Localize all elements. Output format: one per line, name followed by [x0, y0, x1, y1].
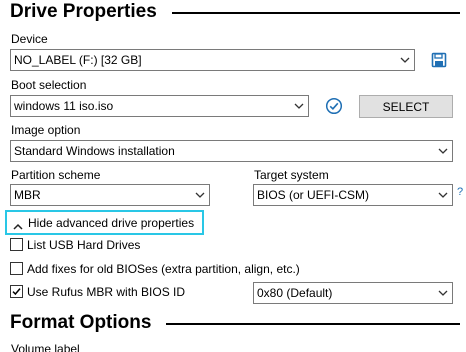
boot-selection-value: windows 11 iso.iso — [14, 99, 114, 113]
old-bios-label: Add fixes for old BIOSes (extra partitio… — [27, 262, 300, 276]
section-divider — [166, 323, 460, 325]
check-circle-icon[interactable] — [325, 97, 343, 115]
format-options-title: Format Options — [10, 312, 152, 333]
chevron-up-icon — [13, 218, 23, 230]
chevron-down-icon — [194, 185, 206, 205]
chevron-down-icon — [437, 283, 449, 303]
hide-advanced-label: Hide advanced drive properties — [28, 216, 195, 230]
target-system-dropdown[interactable]: BIOS (or UEFI-CSM) — [253, 184, 453, 206]
select-button[interactable]: SELECT — [359, 95, 453, 118]
target-system-value: BIOS (or UEFI-CSM) — [257, 188, 370, 202]
volume-label-label: Volume label — [11, 342, 80, 352]
help-icon[interactable]: ? — [457, 186, 463, 198]
image-option-dropdown[interactable]: Standard Windows installation — [10, 140, 453, 162]
chevron-down-icon — [293, 96, 305, 116]
image-option-value: Standard Windows installation — [14, 144, 175, 158]
image-option-label: Image option — [11, 123, 81, 137]
floppy-disk-icon[interactable] — [431, 52, 447, 68]
section-divider — [172, 12, 460, 14]
partition-scheme-label: Partition scheme — [11, 168, 101, 182]
boot-selection-label: Boot selection — [11, 78, 87, 92]
device-value: NO_LABEL (F:) [32 GB] — [14, 53, 142, 67]
rufus-mbr-label: Use Rufus MBR with BIOS ID — [27, 285, 186, 299]
device-label: Device — [11, 32, 48, 46]
partition-scheme-value: MBR — [14, 188, 41, 202]
bios-id-value: 0x80 (Default) — [257, 286, 333, 300]
partition-scheme-dropdown[interactable]: MBR — [10, 184, 210, 206]
boot-selection-dropdown[interactable]: windows 11 iso.iso — [10, 95, 309, 117]
checkmark-icon — [12, 288, 21, 296]
device-dropdown[interactable]: NO_LABEL (F:) [32 GB] — [10, 49, 415, 71]
drive-properties-title: Drive Properties — [10, 1, 157, 22]
list-usb-checkbox[interactable] — [10, 238, 23, 251]
list-usb-label: List USB Hard Drives — [27, 238, 141, 252]
target-system-label: Target system — [254, 168, 329, 182]
chevron-down-icon — [437, 141, 449, 161]
bios-id-dropdown[interactable]: 0x80 (Default) — [253, 282, 453, 304]
chevron-down-icon — [437, 185, 449, 205]
old-bios-checkbox[interactable] — [10, 262, 23, 275]
rufus-mbr-checkbox[interactable] — [10, 285, 23, 298]
chevron-down-icon — [399, 50, 411, 70]
